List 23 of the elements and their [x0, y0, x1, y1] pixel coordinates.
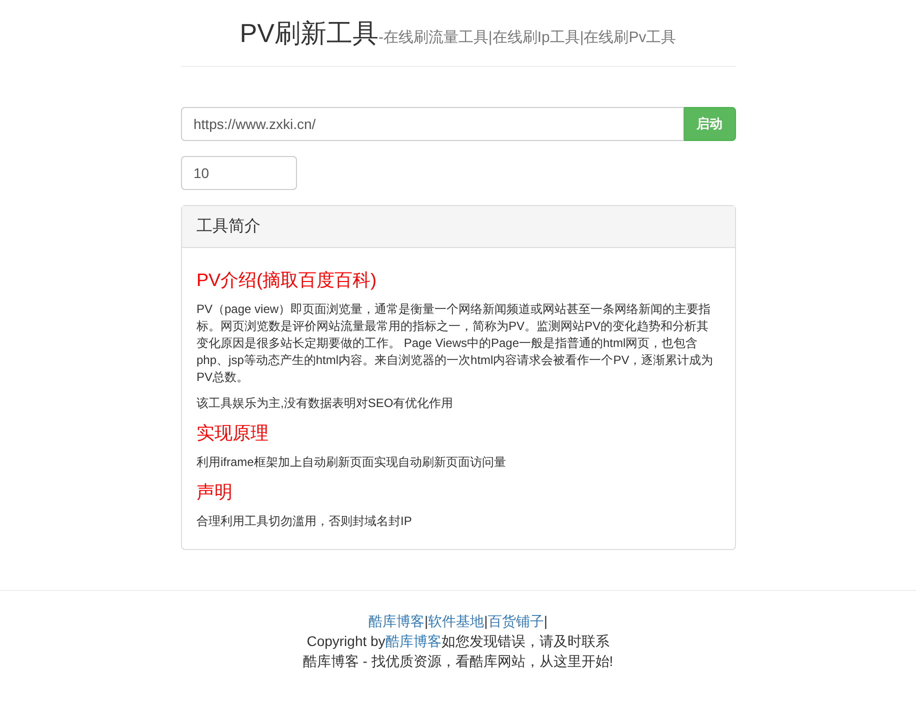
start-button[interactable]: 启动 — [684, 107, 736, 141]
panel-heading: 工具简介 — [182, 206, 734, 248]
section-paragraph: PV（page view）即页面浏览量，通常是衡量一个网络新闻频道或网站甚至一条网络新闻的主要指标。网页浏览数是评价网站流量最常用的指标之一，简称为PV。监测网站PV的变化趋势和分析其变化原因是很多站长定期要做的工作。 Page Views中的Page一般是指普通的html网页，也包含php、jsp等动态产生的html内容。来自浏览器的一次html内容请求会被看作一个PV，逐渐累计成为PV总数。 — [196, 301, 714, 386]
section-paragraph: 合理利用工具切勿滥用，否则封域名封IP — [196, 513, 413, 530]
footer-slogan: 酷库博客 - 找优质资源，看酷库网站，从这里开始! — [302, 652, 614, 671]
footer-link[interactable]: 百货铺子 — [488, 611, 544, 631]
section-title: 声明 — [196, 481, 234, 504]
copyright-text: Copyright by — [306, 632, 386, 651]
copyright-link[interactable]: 酷库博客 — [385, 631, 442, 651]
section-paragraph: 利用iframe框架加上自动刷新页面实现自动刷新页面访问量 — [196, 454, 507, 471]
section-paragraph: 该工具娱乐为主,没有数据表明对SEO有优化作用 — [196, 395, 454, 412]
section-title: 实现原理 — [196, 422, 270, 445]
page-title: PV刷新工具 — [240, 20, 378, 46]
section-title: PV介绍(摘取百度百科) — [196, 269, 378, 292]
footer-link[interactable]: 酷库博客 — [368, 611, 425, 631]
link-separator: | — [484, 612, 488, 631]
link-separator: | — [424, 612, 428, 631]
contact-text: 如您发现错误，请及时联系 — [441, 632, 610, 651]
url-input-field[interactable]: https://www.zxki.cn/ — [180, 107, 684, 141]
footer-link[interactable]: 软件基地 — [428, 611, 484, 631]
link-separator: | — [544, 612, 548, 631]
page-subtitle: -在线刷流量工具|在线刷Ip工具|在线刷Pv工具 — [378, 30, 676, 45]
count-input-field[interactable]: 10 — [180, 156, 296, 190]
